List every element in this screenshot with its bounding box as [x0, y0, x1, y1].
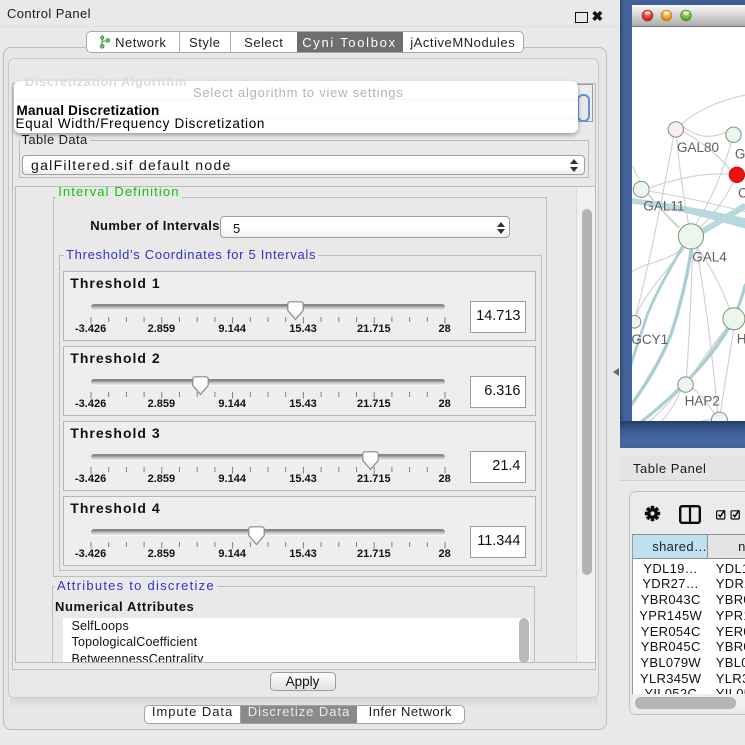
svg-text:HAP2: HAP2: [684, 394, 719, 409]
svg-text:HA: HA: [736, 332, 745, 347]
svg-text:G.: G.: [734, 147, 745, 162]
svg-text:GAL4: GAL4: [692, 250, 727, 265]
svg-text:GAL80: GAL80: [677, 140, 719, 155]
svg-text:GCY1: GCY1: [632, 332, 668, 347]
svg-text:GAL11: GAL11: [643, 199, 684, 214]
svg-text:C: C: [738, 186, 745, 201]
